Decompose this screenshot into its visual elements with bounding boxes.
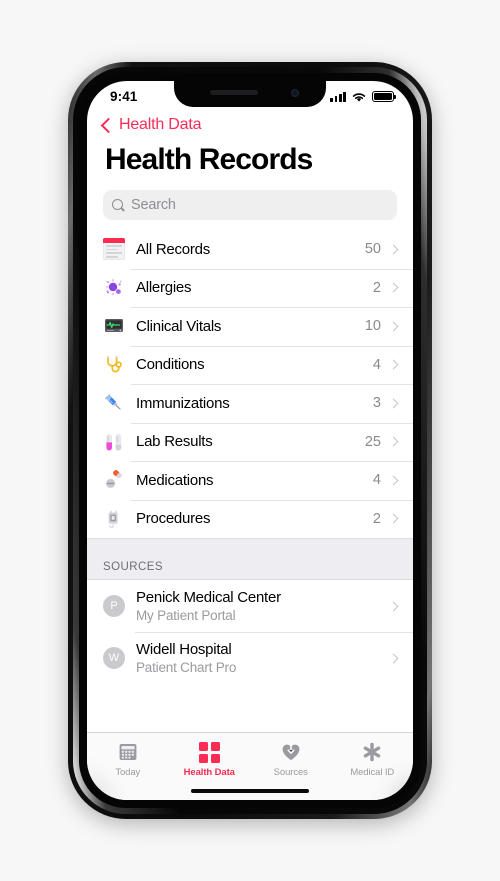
tab-sources[interactable]: Sources: [250, 740, 332, 778]
wifi-icon: [351, 91, 367, 103]
records-category-list: All Records 50: [87, 230, 413, 538]
chevron-right-icon: [389, 244, 399, 254]
tab-medical-id[interactable]: Medical ID: [332, 740, 414, 778]
list-item-count: 2: [373, 280, 381, 296]
status-indicators: [330, 91, 394, 103]
list-item-procedures[interactable]: Procedures 2: [87, 500, 413, 539]
health-grid-icon: [197, 740, 221, 764]
list-item-count: 4: [373, 357, 381, 373]
page-title: Health Records: [87, 134, 413, 177]
list-item-label: Lab Results: [136, 433, 365, 450]
list-item-lab-results[interactable]: Lab Results 25: [87, 423, 413, 462]
source-title: Widell Hospital: [136, 641, 390, 659]
list-item-label: All Records: [136, 241, 365, 258]
search-container: Search: [87, 177, 413, 220]
phone-frame: 9:41 Health Data Health Records: [68, 62, 432, 819]
tab-label: Today: [115, 767, 140, 778]
chevron-right-icon: [389, 475, 399, 485]
asterisk-icon: [360, 740, 384, 764]
sources-header-label: SOURCES: [103, 561, 163, 573]
phone-screen: 9:41 Health Data Health Records: [87, 81, 413, 800]
search-input[interactable]: Search: [103, 190, 397, 220]
list-item-count: 25: [365, 434, 381, 450]
tab-label: Sources: [274, 767, 308, 778]
battery-full-icon: [372, 91, 394, 102]
sources-section-header: SOURCES: [87, 538, 413, 580]
list-item-label: Allergies: [136, 279, 373, 296]
front-camera: [291, 89, 299, 97]
tab-label: Health Data: [184, 767, 235, 778]
source-subtitle: My Patient Portal: [136, 607, 390, 624]
status-time: 9:41: [110, 89, 137, 104]
syringe-icon: [103, 392, 125, 414]
list-item-label: Conditions: [136, 356, 373, 373]
calendar-icon: [116, 740, 140, 764]
list-item-count: 10: [365, 318, 381, 334]
test-tubes-icon: [103, 431, 125, 453]
tab-today[interactable]: Today: [87, 740, 169, 778]
chevron-right-icon: [389, 321, 399, 331]
list-item-clinical-vitals[interactable]: Clinical Vitals 10: [87, 307, 413, 346]
stethoscope-icon: [103, 354, 125, 376]
vitals-monitor-icon: [103, 315, 125, 337]
source-row-penick[interactable]: P Penick Medical Center My Patient Porta…: [87, 580, 413, 632]
list-item-conditions[interactable]: Conditions 4: [87, 346, 413, 385]
list-item-label: Procedures: [136, 510, 373, 527]
tab-label: Medical ID: [350, 767, 394, 778]
source-row-widell[interactable]: W Widell Hospital Patient Chart Pro: [87, 632, 413, 684]
allergy-icon: [103, 277, 125, 299]
list-item-immunizations[interactable]: Immunizations 3: [87, 384, 413, 423]
list-item-all-records[interactable]: All Records 50: [87, 230, 413, 269]
chevron-right-icon: [389, 437, 399, 447]
records-icon: [103, 238, 125, 260]
list-item-label: Immunizations: [136, 395, 373, 412]
list-item-label: Clinical Vitals: [136, 318, 365, 335]
tab-bar: Today Health Data: [87, 732, 413, 800]
screenshot-root: 9:41 Health Data Health Records: [0, 0, 500, 881]
chevron-right-icon: [389, 360, 399, 370]
list-item-allergies[interactable]: Allergies 2: [87, 269, 413, 308]
chevron-right-icon: [389, 653, 399, 663]
chevron-right-icon: [389, 514, 399, 524]
pills-icon: [103, 469, 125, 491]
list-item-count: 50: [365, 241, 381, 257]
home-indicator[interactable]: [191, 789, 309, 794]
avatar: P: [103, 595, 125, 617]
chevron-right-icon: [389, 398, 399, 408]
chevron-right-icon: [389, 601, 399, 611]
search-placeholder: Search: [131, 197, 176, 213]
chevron-right-icon: [389, 283, 399, 293]
list-item-count: 3: [373, 395, 381, 411]
list-item-count: 4: [373, 472, 381, 488]
procedure-device-icon: [103, 508, 125, 530]
cellular-bars-icon: [330, 92, 346, 102]
tab-health-data[interactable]: Health Data: [169, 740, 251, 778]
back-button-label: Health Data: [119, 116, 201, 134]
earpiece-speaker: [210, 90, 258, 95]
avatar: W: [103, 647, 125, 669]
list-item-label: Medications: [136, 472, 373, 489]
notch: [174, 81, 326, 107]
source-text: Widell Hospital Patient Chart Pro: [136, 641, 390, 676]
source-text: Penick Medical Center My Patient Portal: [136, 589, 390, 624]
source-title: Penick Medical Center: [136, 589, 390, 607]
list-item-medications[interactable]: Medications 4: [87, 461, 413, 500]
chevron-left-icon: [101, 117, 117, 133]
search-icon: [112, 199, 124, 211]
list-item-count: 2: [373, 511, 381, 527]
back-button[interactable]: Health Data: [87, 111, 413, 134]
source-subtitle: Patient Chart Pro: [136, 659, 390, 676]
heart-arrow-icon: [279, 740, 303, 764]
